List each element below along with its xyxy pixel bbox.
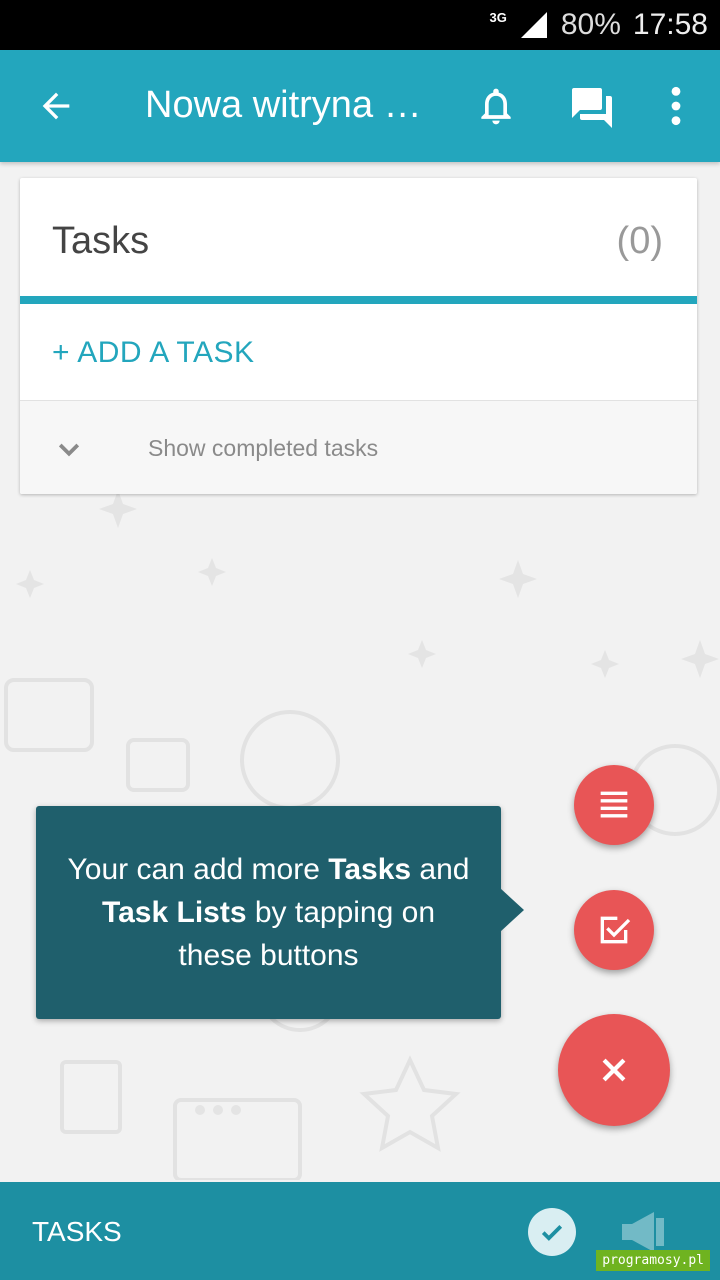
task-list-card: Tasks (0) + ADD A TASK Show completed ta… — [20, 178, 697, 494]
clock: 17:58 — [632, 8, 708, 41]
network-type: 3G — [489, 9, 507, 25]
page-title: Nowa witryna … — [145, 84, 422, 126]
signal-icon — [520, 12, 547, 38]
show-completed-row[interactable]: Show completed tasks — [20, 400, 697, 494]
check-circle-icon[interactable] — [528, 1208, 576, 1256]
battery-percent: 80% — [560, 8, 621, 41]
add-task-button[interactable]: + ADD A TASK — [52, 336, 255, 370]
bell-icon[interactable] — [474, 84, 518, 128]
bottom-tab-tasks[interactable]: TASKS — [32, 1216, 122, 1248]
status-bar: 3G 80% 17:58 — [0, 0, 720, 50]
megaphone-icon[interactable] — [618, 1210, 668, 1254]
tooltip-bold-task-lists: Task Lists — [102, 896, 247, 929]
add-task-list-button[interactable] — [574, 765, 654, 845]
onboarding-tooltip: Your can add more Tasks and Task Lists b… — [36, 806, 501, 1019]
list-icon — [600, 791, 628, 818]
tooltip-arrow — [500, 888, 524, 932]
close-fab-button[interactable] — [558, 1014, 670, 1126]
back-arrow-icon[interactable] — [36, 86, 76, 126]
chevron-down-icon — [58, 443, 80, 457]
add-task-fab-button[interactable] — [574, 890, 654, 970]
checkbox-icon — [600, 916, 631, 944]
app-bar: Nowa witryna … — [0, 50, 720, 162]
close-icon — [602, 1058, 626, 1082]
show-completed-label: Show completed tasks — [148, 435, 379, 461]
tooltip-bold-tasks: Tasks — [328, 853, 412, 886]
card-title: Tasks — [52, 220, 150, 262]
check-icon — [541, 1225, 563, 1241]
task-count: (0) — [616, 220, 663, 262]
watermark-label: programosy.pl — [596, 1250, 710, 1271]
tooltip-text: Your can add more Tasks and Task Lists b… — [67, 853, 470, 972]
card-header: Tasks (0) — [20, 178, 697, 296]
card-divider — [20, 296, 697, 304]
chat-icon[interactable] — [568, 84, 616, 132]
more-vert-icon[interactable] — [660, 84, 692, 128]
